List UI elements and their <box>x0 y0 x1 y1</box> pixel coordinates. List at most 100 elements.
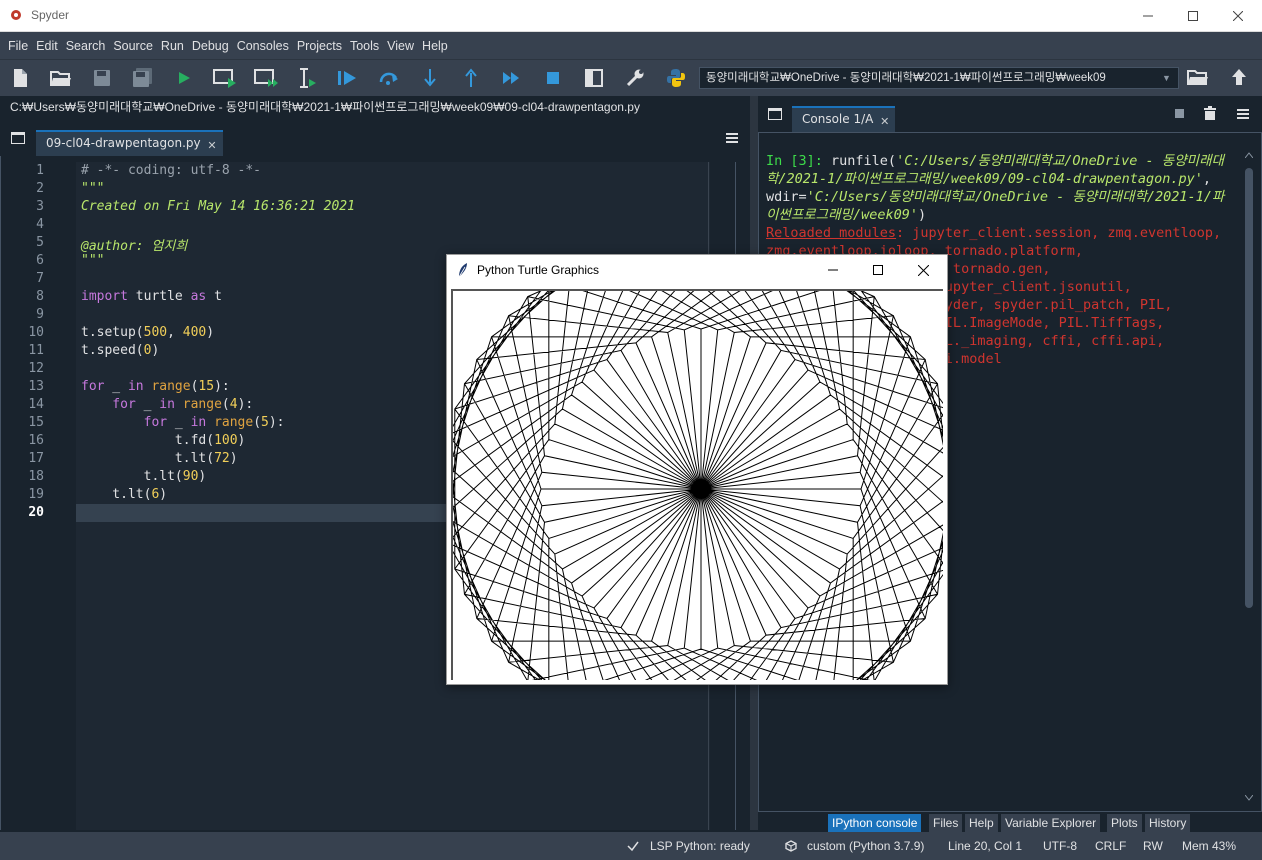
code-text: t.setup( <box>81 325 144 340</box>
tab-plots[interactable]: Plots <box>1107 814 1142 832</box>
code-keyword: in <box>127 379 144 394</box>
reloaded-modules-link[interactable]: Reloaded modules <box>766 225 896 241</box>
preferences-button[interactable] <box>623 66 647 90</box>
maximize-button[interactable] <box>1170 0 1216 32</box>
code-builtin: range <box>214 415 254 430</box>
python-path-button[interactable] <box>664 66 688 90</box>
turtle-maximize-button[interactable] <box>858 258 898 282</box>
working-directory-combo[interactable]: 동양미래대학교₩OneDrive - 동양미래대학₩2021-1₩파이썬프로그래… <box>699 67 1179 89</box>
close-button[interactable] <box>1215 0 1261 32</box>
line-number: 1 <box>36 163 44 178</box>
editor-tab-bar: 09-cl04-drawpentagon.py ✕ <box>0 120 750 156</box>
turtle-canvas[interactable] <box>441 229 961 749</box>
trash-icon[interactable] <box>1204 106 1216 120</box>
browse-directory-button[interactable] <box>1186 65 1210 89</box>
menu-tools[interactable]: Tools <box>346 39 383 53</box>
tab-drawpentagon[interactable]: 09-cl04-drawpentagon.py ✕ <box>36 130 223 156</box>
new-file-button[interactable] <box>8 66 32 90</box>
run-cell-advance-icon <box>254 69 278 87</box>
menu-view[interactable]: View <box>383 39 418 53</box>
menu-debug[interactable]: Debug <box>188 39 233 53</box>
console-scrollbar[interactable] <box>1243 148 1255 806</box>
turtle-close-button[interactable] <box>903 258 943 282</box>
tab-console-1a[interactable]: Console 1/A ✕ <box>792 106 896 133</box>
stop-kernel-icon[interactable] <box>1175 109 1184 118</box>
tab-history[interactable]: History <box>1145 814 1191 832</box>
run-selection-button[interactable] <box>295 66 319 90</box>
tab-ipython-console[interactable]: IPython console <box>828 814 922 832</box>
menu-projects[interactable]: Projects <box>293 39 346 53</box>
run-cell-advance-button[interactable] <box>254 66 278 90</box>
step-over-button[interactable] <box>377 66 401 90</box>
console-menu-icon[interactable] <box>1237 109 1249 119</box>
open-file-button[interactable] <box>49 66 73 90</box>
chevron-up-icon[interactable] <box>1245 152 1253 158</box>
code-number: 500 <box>143 325 168 340</box>
chevron-down-icon[interactable] <box>1245 795 1253 801</box>
scrollbar-thumb[interactable] <box>1245 168 1253 608</box>
line-number: 14 <box>28 397 44 412</box>
line-number: 19 <box>28 487 44 502</box>
line-number: 11 <box>28 343 44 358</box>
step-return-button[interactable] <box>459 66 483 90</box>
menu-file[interactable]: File <box>4 39 32 53</box>
code-text: , <box>167 325 183 340</box>
code-text: _ <box>167 415 191 430</box>
code-text: t <box>206 289 222 304</box>
minimize-button[interactable] <box>1125 0 1171 32</box>
pane-options-icon[interactable] <box>768 108 782 120</box>
code-text: ) <box>151 343 160 358</box>
close-icon[interactable]: ✕ <box>880 111 889 133</box>
menu-help[interactable]: Help <box>418 39 452 53</box>
run-cell-button[interactable] <box>213 66 237 90</box>
stop-debug-button[interactable] <box>541 66 565 90</box>
python-environment[interactable]: custom (Python 3.7.9) <box>807 839 924 853</box>
tab-variable-explorer[interactable]: Variable Explorer <box>1001 814 1101 832</box>
menu-consoles[interactable]: Consoles <box>233 39 293 53</box>
code-line: @author: 엄지희 <box>81 235 187 254</box>
editor-menu-icon[interactable] <box>726 133 738 143</box>
turtle-graphics-window[interactable]: Python Turtle Graphics <box>441 229 961 749</box>
code-number: 90 <box>182 469 199 484</box>
code-line: """ <box>81 181 104 196</box>
tab-label: Console 1/A <box>802 112 874 126</box>
code-text: ) <box>229 451 238 466</box>
code-number: 400 <box>182 325 207 340</box>
chevron-down-icon[interactable]: ▼ <box>1162 68 1176 88</box>
save-all-icon <box>133 68 152 87</box>
menu-run[interactable]: Run <box>157 39 188 53</box>
lsp-status[interactable]: LSP Python: ready <box>650 839 750 853</box>
new-file-icon <box>14 69 27 87</box>
menu-search[interactable]: Search <box>62 39 110 53</box>
maximize-pane-icon <box>585 69 603 87</box>
line-number: 6 <box>36 253 44 268</box>
step-over-icon <box>379 72 398 85</box>
pane-options-icon[interactable] <box>11 132 25 144</box>
step-into-button[interactable] <box>418 66 442 90</box>
save-button[interactable] <box>90 66 114 90</box>
run-button[interactable] <box>172 66 196 90</box>
maximize-pane-button[interactable] <box>582 66 606 90</box>
continue-button[interactable] <box>500 66 524 90</box>
menu-edit[interactable]: Edit <box>32 39 62 53</box>
code-text: ) <box>159 487 168 502</box>
turtle-window-titlebar[interactable]: Python Turtle Graphics <box>447 255 947 285</box>
close-icon[interactable]: ✕ <box>207 135 216 157</box>
tab-help[interactable]: Help <box>965 814 998 832</box>
memory-usage: Mem 43% <box>1182 839 1237 853</box>
code-line: for _ in range(15): <box>81 379 230 394</box>
continue-icon <box>503 72 519 84</box>
menu-source[interactable]: Source <box>109 39 157 53</box>
save-all-button[interactable] <box>131 66 155 90</box>
file-permissions: RW <box>1143 839 1163 853</box>
turtle-minimize-button[interactable] <box>813 258 853 282</box>
code-line: """ <box>81 253 104 268</box>
parent-directory-button[interactable] <box>1227 65 1251 89</box>
code-line: t.fd(100) <box>81 433 245 448</box>
tab-files[interactable]: Files <box>929 814 963 832</box>
tab-label: 09-cl04-drawpentagon.py <box>46 136 201 150</box>
debug-button[interactable] <box>336 66 360 90</box>
line-number: 17 <box>28 451 44 466</box>
line-number: 7 <box>36 271 44 286</box>
